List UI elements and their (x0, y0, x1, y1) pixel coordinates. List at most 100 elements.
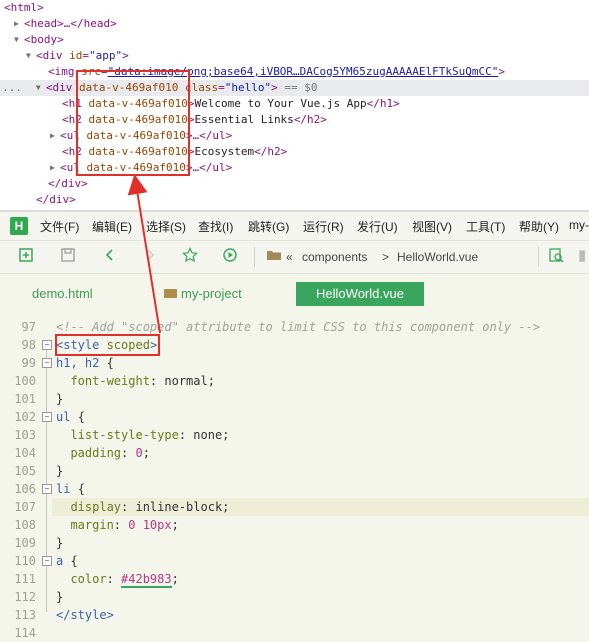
tag-end: </h2> (293, 113, 327, 126)
code-line: } (56, 392, 64, 406)
css-value: : normal; (149, 374, 215, 388)
code-token: : (106, 572, 122, 586)
menu-edit[interactable]: 编辑(E) (92, 218, 132, 235)
code-token: ; (171, 572, 179, 586)
tab-demo-html[interactable]: demo.html (22, 282, 103, 306)
preview-icon[interactable] (548, 247, 564, 268)
menu-find[interactable]: 查找(I) (198, 218, 233, 235)
code-line: display: inline-block; (56, 498, 229, 516)
menu-tools[interactable]: 工具(T) (466, 218, 505, 235)
collapse-triangle-icon[interactable]: ▼ (26, 48, 36, 64)
toolbar: « components > HelloWorld.vue ▮ (0, 240, 589, 274)
collapse-triangle-icon[interactable]: ▼ (14, 32, 24, 48)
star-icon[interactable] (182, 247, 198, 268)
code-line: a { (56, 552, 78, 570)
tag-close: > (498, 65, 505, 78)
line-number: 101 (14, 392, 36, 406)
selector: a (56, 554, 71, 568)
breadcrumb-arrow: > (382, 250, 390, 264)
back-icon[interactable] (102, 247, 118, 268)
fold-toggle-icon[interactable]: − (42, 412, 52, 422)
folder-icon (164, 289, 177, 299)
code-token: ; (171, 518, 179, 532)
css-property: list-style-type (56, 428, 179, 442)
dom-node-body[interactable]: ▼ <body> (14, 32, 64, 48)
tag-html: <html> (4, 1, 44, 14)
save-icon[interactable] (60, 247, 76, 268)
tag-end: </div> (48, 177, 88, 190)
menu-file[interactable]: 文件(F) (40, 218, 79, 235)
tag-open: <div (45, 81, 79, 94)
line-number: 109 (14, 536, 36, 550)
line-number: 112 (14, 590, 36, 604)
app-logo-icon: H (10, 217, 28, 235)
line-number: 106 (14, 482, 36, 496)
code-line: list-style-type: none; (56, 426, 229, 444)
new-file-icon[interactable] (18, 247, 34, 268)
run-icon[interactable] (222, 247, 238, 268)
expand-triangle-icon[interactable]: ▶ (14, 16, 24, 32)
menu-bar: H 文件(F) 编辑(E) 选择(S) 查找(I) 跳转(G) 运行(R) 发行… (0, 212, 589, 240)
tag-close: > (122, 49, 129, 62)
tag-close: > (271, 81, 278, 94)
css-number: 0 (135, 446, 143, 460)
dom-node-html[interactable]: <html> (4, 0, 44, 16)
fold-guide (46, 350, 47, 612)
line-number: 102 (14, 410, 36, 424)
node-text: Welcome to Your Vue.js App (194, 97, 367, 110)
menu-goto[interactable]: 跳转(G) (248, 218, 289, 235)
line-number: 99 (21, 356, 36, 370)
fold-toggle-icon[interactable]: − (42, 556, 52, 566)
line-number: 108 (14, 518, 36, 532)
menu-view[interactable]: 视图(V) (412, 218, 452, 235)
expand-triangle-icon[interactable]: ▶ (50, 160, 60, 176)
breadcrumb-file[interactable]: HelloWorld.vue (397, 250, 478, 264)
menu-select[interactable]: 选择(S) (146, 218, 186, 235)
attr-name: id (69, 49, 83, 62)
code-line: } (56, 464, 64, 478)
code-area[interactable]: 97 98 99 100 101 102 103 104 105 106 107… (0, 318, 589, 642)
menu-publish[interactable]: 发行(U) (357, 218, 398, 235)
dom-node-head[interactable]: ▶ <head>…</head> (14, 16, 117, 32)
code-line: font-weight: normal; (56, 372, 215, 390)
fold-toggle-icon[interactable]: − (42, 358, 52, 368)
tag-open: <div (36, 49, 70, 62)
toolbar-overflow-icon[interactable]: ▮ (578, 247, 586, 265)
selector: ul (56, 410, 78, 424)
menu-project[interactable]: my- (569, 218, 589, 232)
menu-help[interactable]: 帮助(Y) (519, 218, 559, 235)
highlight-box-scoped-attrs (76, 70, 190, 176)
highlight-box-scoped (55, 334, 160, 356)
tag-end: </h1> (366, 97, 400, 110)
expand-triangle-icon[interactable]: ▶ (50, 128, 60, 144)
dom-node-div-app[interactable]: ▼ <div id="app"> (26, 48, 129, 64)
collapse-triangle-icon[interactable]: ▼ (36, 80, 46, 96)
code-line: h1, h2 { (56, 354, 114, 372)
tab-helloworld-vue[interactable]: HelloWorld.vue (296, 282, 424, 306)
forward-icon[interactable] (142, 247, 158, 268)
folder-icon (266, 247, 282, 268)
row-dots: ... (2, 81, 22, 94)
code-token: { (77, 410, 85, 424)
toolbar-separator (254, 247, 255, 267)
breadcrumb-folder[interactable]: components (302, 250, 367, 264)
fold-toggle-icon[interactable]: − (42, 340, 52, 350)
line-number: 105 (14, 464, 36, 478)
code-token: ; (142, 446, 150, 460)
css-number: 0 10px (128, 518, 172, 532)
code-line: } (56, 590, 64, 604)
line-number: 97 (21, 320, 36, 334)
css-value: : inline-block; (121, 500, 230, 514)
menu-run[interactable]: 运行(R) (303, 218, 344, 235)
devtools-elements-panel: <html> ▶ <head>…</head> ▼ <body> ▼ <div id=… (0, 0, 589, 210)
toolbar-separator (538, 247, 539, 267)
fold-toggle-icon[interactable]: − (42, 484, 52, 494)
code-line: ul { (56, 408, 85, 426)
tab-my-project[interactable]: my-project (154, 282, 252, 306)
line-number: 100 (14, 374, 36, 388)
css-property: display (56, 500, 122, 514)
code-line: color: #42b983; (56, 570, 179, 588)
node-text: Essential Links (194, 113, 294, 126)
code-line: } (56, 536, 64, 550)
tag-head: <head>…</head> (24, 17, 117, 30)
